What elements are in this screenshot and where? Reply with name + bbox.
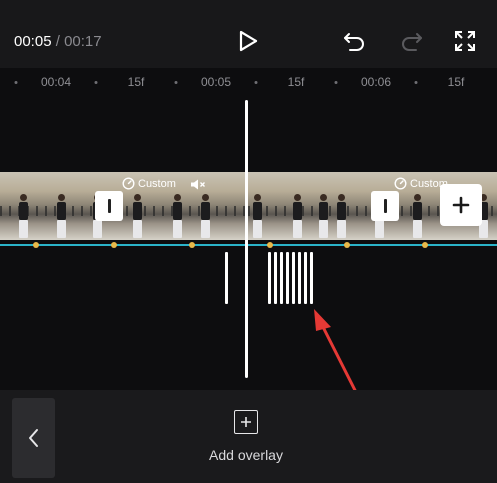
back-button[interactable] — [12, 398, 55, 478]
add-overlay-button[interactable]: Add overlay — [196, 410, 296, 470]
chevron-left-icon — [28, 429, 38, 447]
add-overlay-icon — [234, 410, 258, 434]
add-overlay-label: Add overlay — [209, 447, 283, 463]
